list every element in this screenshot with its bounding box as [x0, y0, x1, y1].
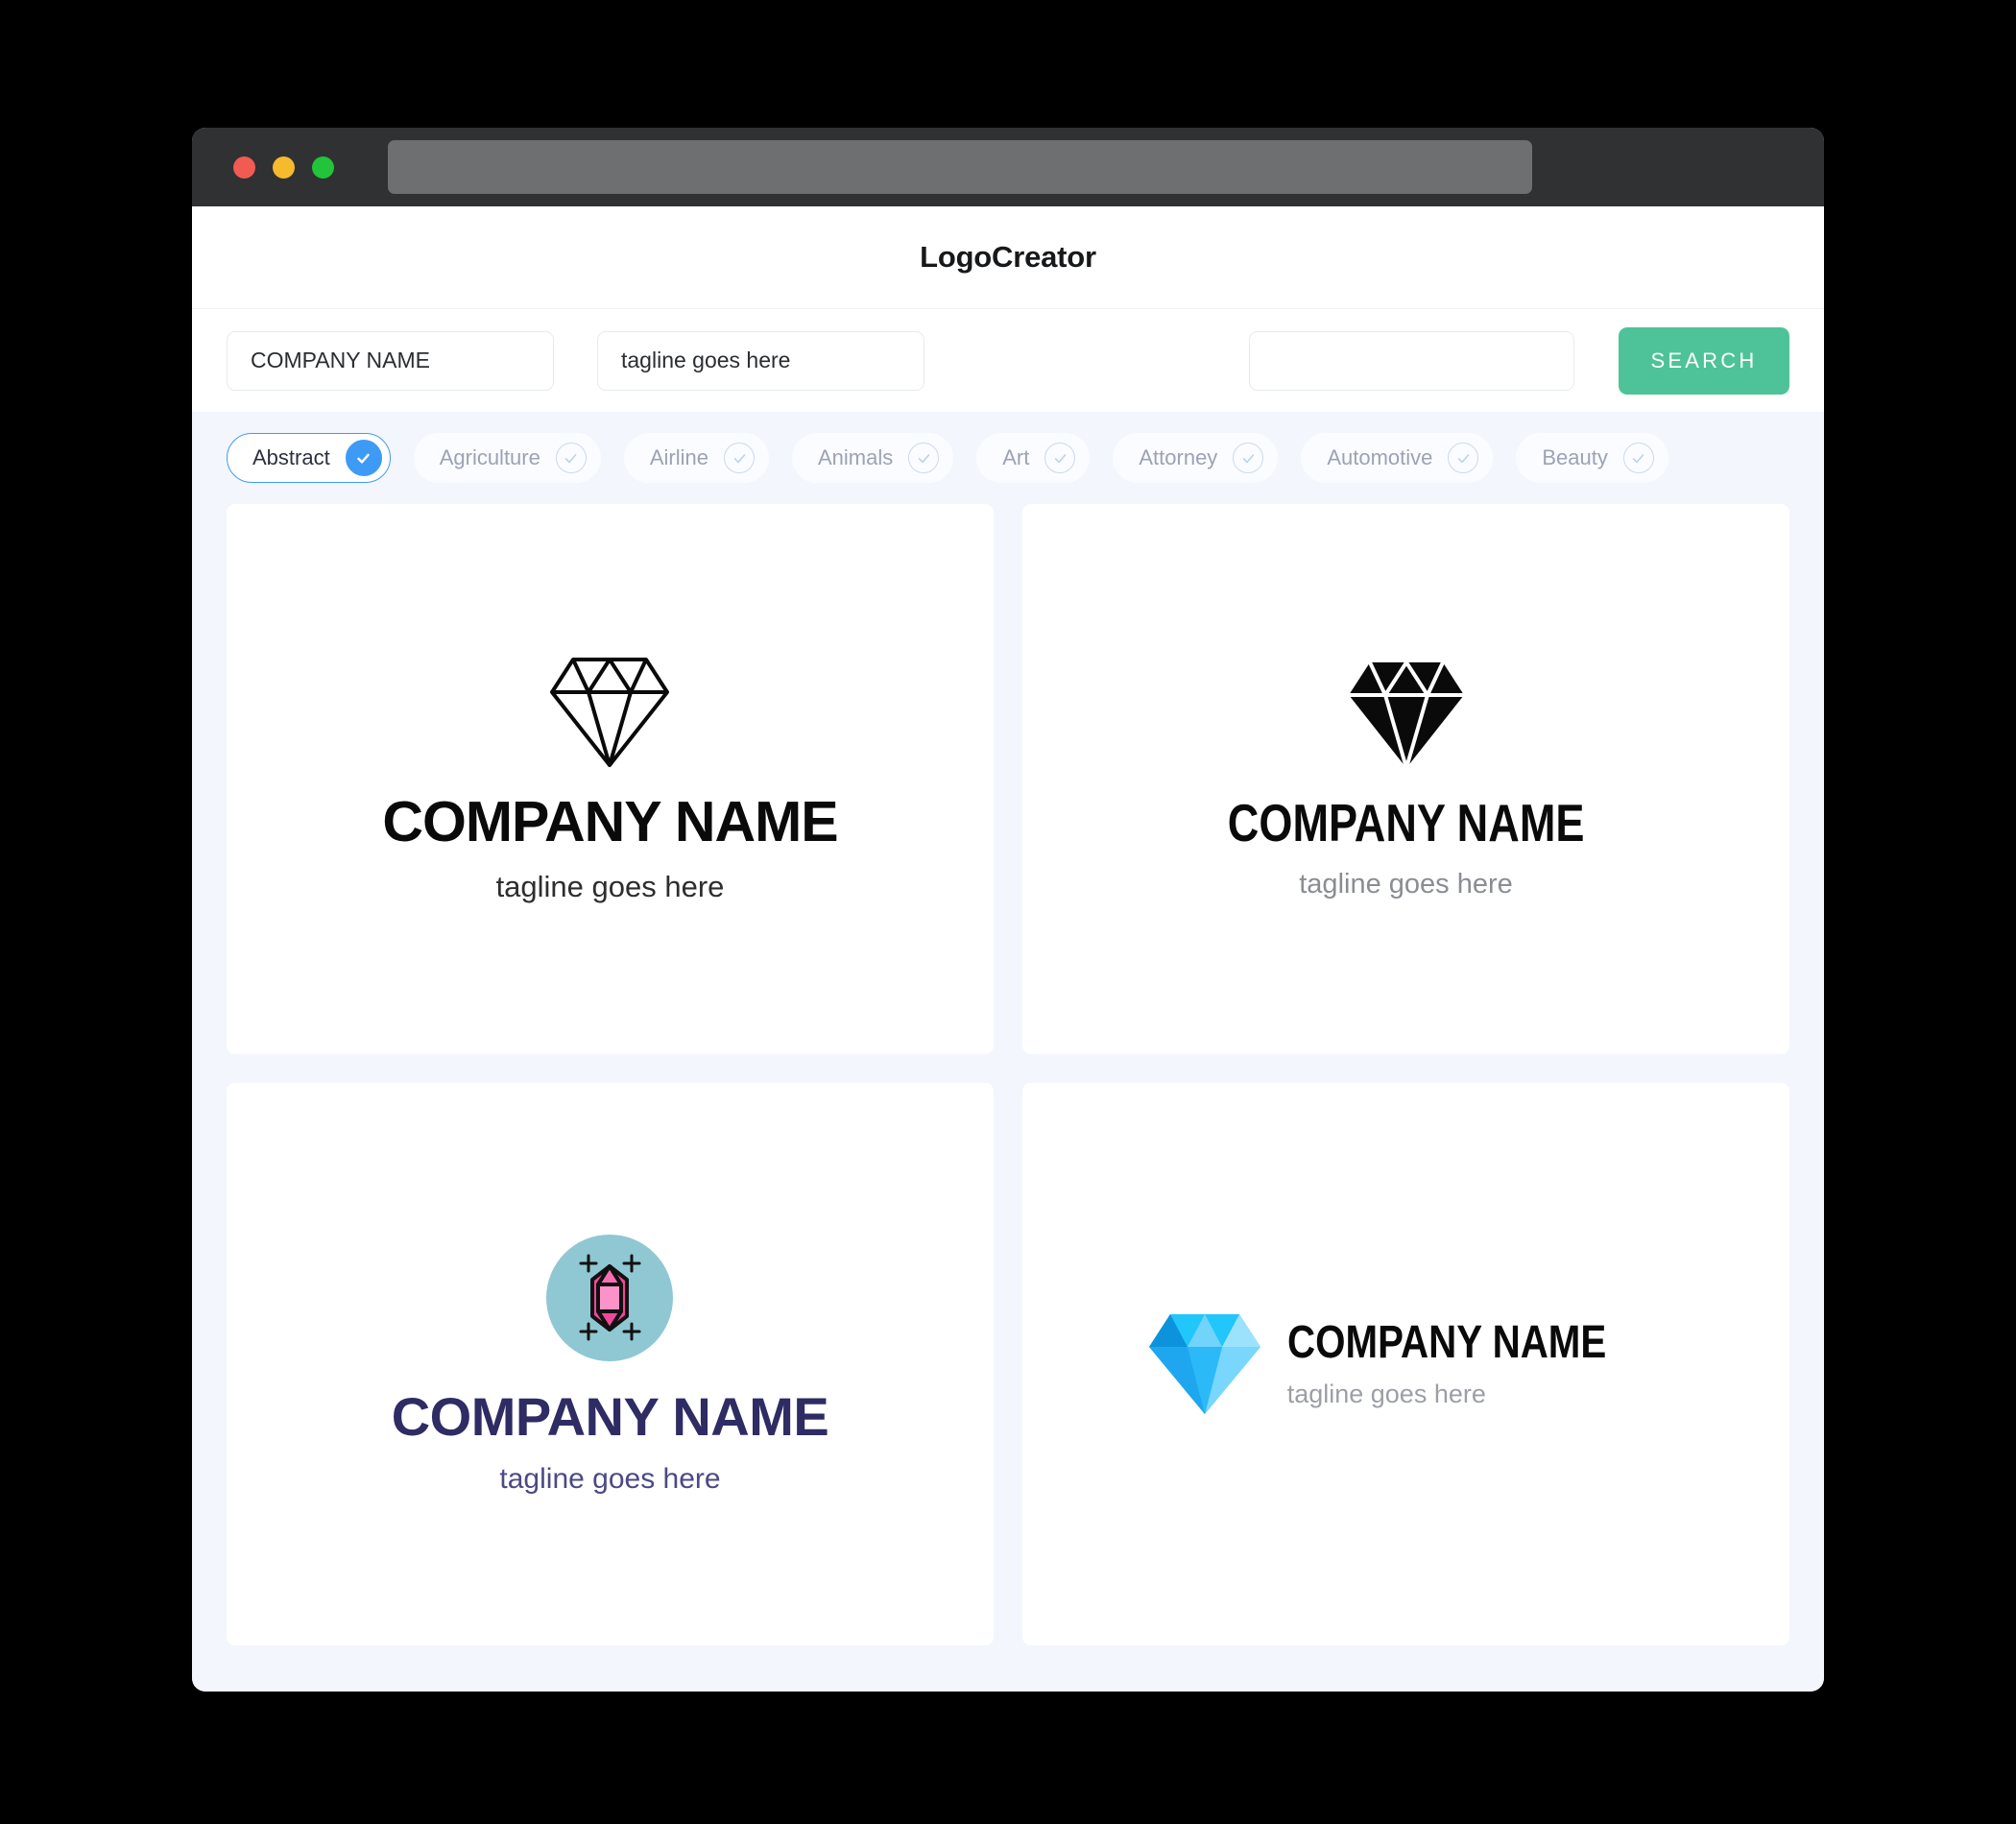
logo-text-block: COMPANY NAME tagline goes here: [1287, 1320, 1668, 1407]
logo-preview: COMPANY NAME tagline goes here: [391, 1234, 829, 1495]
logo-card[interactable]: COMPANY NAME tagline goes here: [1022, 1082, 1789, 1645]
category-chip-label: Animals: [818, 445, 894, 469]
category-chip-label: Agriculture: [439, 445, 540, 469]
logo-preview: COMPANY NAME tagline goes here: [1188, 659, 1623, 899]
logo-results-grid: COMPANY NAME tagline goes here COMPANY N…: [192, 504, 1824, 1692]
diamond-outline-icon: [550, 658, 670, 768]
check-icon: [1044, 443, 1076, 473]
diamond-solid-icon: [1348, 661, 1464, 771]
search-button[interactable]: SEARCH: [1619, 326, 1789, 395]
logo-card[interactable]: COMPANY NAME tagline goes here: [227, 1082, 994, 1645]
logo-company-name: COMPANY NAME: [391, 1385, 829, 1447]
logo-tagline: tagline goes here: [499, 1462, 721, 1495]
category-chip-label: Abstract: [252, 445, 330, 469]
category-chip-agriculture[interactable]: Agriculture: [413, 433, 601, 483]
browser-window: LogoCreator SEARCH Abstract Agriculture Ai…: [192, 128, 1824, 1692]
traffic-lights: [233, 156, 334, 179]
check-icon: [1448, 443, 1479, 473]
check-icon: [1622, 443, 1654, 473]
category-chip-label: Attorney: [1139, 445, 1218, 469]
url-bar[interactable]: [388, 140, 1532, 194]
logo-card[interactable]: COMPANY NAME tagline goes here: [227, 504, 994, 1054]
category-chip-label: Art: [1002, 445, 1030, 469]
logo-company-name: COMPANY NAME: [382, 790, 838, 854]
maximize-window-button[interactable]: [312, 156, 334, 179]
logo-preview: COMPANY NAME tagline goes here: [1145, 1310, 1668, 1418]
keyword-input[interactable]: [1249, 330, 1574, 391]
browser-titlebar: [192, 128, 1824, 206]
check-icon: [1233, 443, 1264, 473]
logo-tagline: tagline goes here: [1299, 869, 1513, 900]
category-filter-bar: Abstract Agriculture Airline Animals Art Atto…: [192, 412, 1824, 504]
logo-tagline: tagline goes here: [495, 870, 725, 904]
check-icon: [724, 443, 755, 473]
screenshot-stage: LogoCreator SEARCH Abstract Agriculture Ai…: [0, 0, 2016, 1824]
diamond-blue-gradient-icon: [1148, 1313, 1260, 1414]
logo-tagline: tagline goes here: [1286, 1380, 1486, 1409]
check-icon: [345, 440, 382, 476]
gem-sparkle-circle-icon: [546, 1234, 674, 1361]
close-window-button[interactable]: [233, 156, 255, 179]
category-chip-label: Automotive: [1327, 445, 1433, 469]
category-chip-automotive[interactable]: Automotive: [1301, 433, 1494, 483]
check-icon: [555, 443, 587, 473]
logo-card[interactable]: COMPANY NAME tagline goes here: [1022, 504, 1789, 1054]
logo-company-name: COMPANY NAME: [1227, 793, 1585, 853]
logo-preview: COMPANY NAME tagline goes here: [382, 656, 839, 904]
search-toolbar: SEARCH: [192, 308, 1824, 412]
check-icon: [908, 443, 940, 473]
category-chip-art[interactable]: Art: [976, 433, 1091, 483]
company-name-input[interactable]: [227, 330, 554, 391]
category-chip-airline[interactable]: Airline: [623, 433, 769, 483]
category-chip-label: Beauty: [1542, 445, 1608, 469]
logo-company-name: COMPANY NAME: [1286, 1317, 1606, 1369]
category-chip-beauty[interactable]: Beauty: [1516, 433, 1668, 483]
minimize-window-button[interactable]: [273, 156, 295, 179]
category-chip-animals[interactable]: Animals: [792, 433, 954, 483]
category-chip-label: Airline: [649, 445, 708, 469]
app-header: LogoCreator: [192, 206, 1824, 308]
tagline-input[interactable]: [597, 330, 924, 391]
category-chip-attorney[interactable]: Attorney: [1113, 433, 1279, 483]
category-chip-abstract[interactable]: Abstract: [227, 433, 391, 483]
page-title: LogoCreator: [920, 240, 1096, 274]
